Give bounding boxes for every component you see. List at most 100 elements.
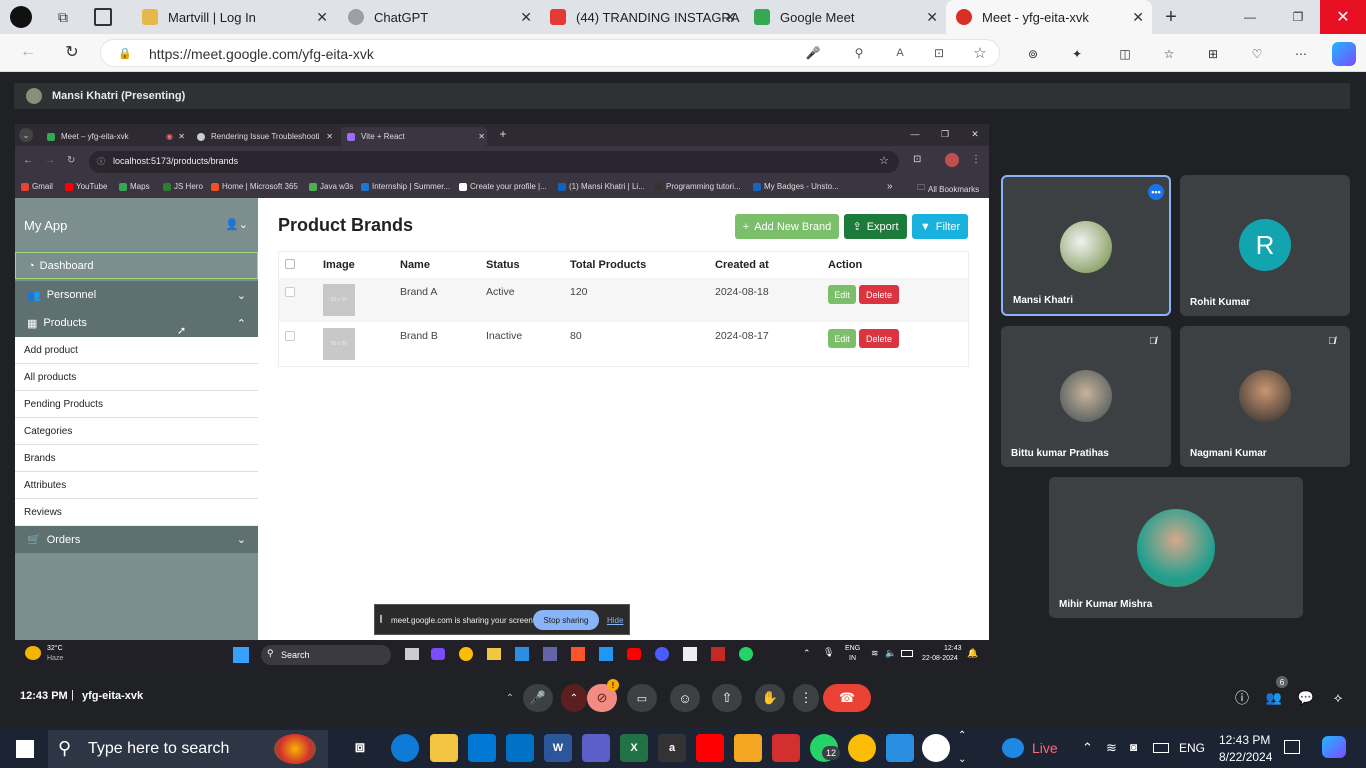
nav-orders[interactable]: 🛒 Orders ⌄ — [15, 525, 258, 553]
more-menu-icon[interactable]: ⋯ — [1292, 45, 1310, 63]
favorite-star-icon[interactable]: ☆ — [971, 44, 989, 62]
row-checkbox[interactable] — [285, 331, 295, 341]
reactions-button[interactable]: ☺ — [670, 684, 700, 712]
add-new-brand-button[interactable]: + Add New Brand — [735, 214, 839, 239]
leave-call-button[interactable]: ☎ — [823, 684, 871, 712]
chat-icon[interactable]: 💬 — [1296, 688, 1316, 708]
delete-button[interactable]: Delete — [859, 329, 899, 348]
store-icon[interactable] — [683, 647, 697, 661]
notification-bell-icon[interactable]: 🔔 — [967, 648, 978, 659]
participant-tile[interactable]: ••• Mansi Khatri — [1001, 175, 1171, 316]
news-widget-icon[interactable] — [1002, 738, 1024, 758]
edit-button[interactable]: Edit — [828, 329, 856, 348]
file-explorer-icon[interactable] — [430, 734, 458, 762]
youtube-icon[interactable] — [696, 734, 724, 762]
raise-hand-button[interactable]: ✋ — [755, 684, 785, 712]
address-bar[interactable]: 🔒 https://meet.google.com/yfg-eita-xvk 🎤… — [100, 39, 1000, 67]
bookmark-item[interactable]: Maps — [119, 182, 150, 191]
shared-tab[interactable]: Meet – yfg-eita-xvk ◉ ✕ — [41, 127, 187, 146]
participant-tile[interactable]: R Rohit Kumar — [1180, 175, 1350, 316]
microphone-button[interactable]: 🎤 — [523, 684, 553, 712]
split-screen-icon[interactable]: ◫ — [1116, 45, 1134, 63]
brave-icon[interactable] — [571, 647, 585, 661]
store-icon[interactable] — [468, 734, 496, 762]
select-all-checkbox[interactable] — [285, 259, 295, 269]
network-icon[interactable]: ≋ — [1106, 740, 1117, 756]
youtube-icon[interactable] — [627, 648, 641, 660]
restore-icon[interactable]: ❐ — [939, 128, 951, 140]
more-bookmarks-icon[interactable]: » — [887, 181, 893, 192]
folder-icon[interactable] — [487, 648, 501, 660]
tab-search-icon[interactable]: ⌄ — [19, 128, 33, 142]
excel-icon[interactable]: X — [620, 734, 648, 762]
app-available-icon[interactable]: ⊡ — [931, 45, 947, 61]
audio-options-chevron-icon[interactable]: ⌃ — [502, 688, 518, 708]
tab-actions-icon[interactable] — [94, 8, 112, 26]
delete-button[interactable]: Delete — [859, 285, 899, 304]
forward-icon[interactable]: → — [45, 155, 55, 166]
close-window-icon[interactable]: ✕ — [969, 128, 981, 140]
new-tab-icon[interactable]: + — [1160, 6, 1182, 28]
windows-start-icon[interactable] — [16, 740, 34, 758]
submenu-categories[interactable]: Categories — [15, 418, 258, 445]
chrome-icon[interactable] — [848, 734, 876, 762]
browser-tab[interactable]: ChatGPT ✕ — [338, 4, 540, 30]
volume-icon[interactable]: 🔈 — [885, 648, 896, 659]
copilot-icon[interactable] — [1332, 42, 1356, 66]
filter-button[interactable]: ▼ Filter — [912, 214, 968, 239]
close-tab-icon[interactable]: ✕ — [316, 9, 328, 26]
browser-essentials-icon[interactable]: ♡ — [1248, 45, 1266, 63]
export-button[interactable]: ⇪ Export — [844, 214, 907, 239]
bookmark-item[interactable]: Create your profile |... — [459, 182, 547, 191]
microphone-icon[interactable]: 🎤 — [805, 45, 821, 61]
favorites-icon[interactable]: ☆ — [1160, 45, 1178, 63]
stop-sharing-button[interactable]: Stop sharing — [533, 610, 599, 630]
app-icon[interactable] — [772, 734, 800, 762]
close-tab-icon[interactable]: ✕ — [724, 9, 736, 26]
copilot-sidebar-icon[interactable]: ⊚ — [1024, 45, 1042, 63]
captions-button[interactable]: ▭ — [627, 684, 657, 712]
close-window-icon[interactable]: ✕ — [1320, 0, 1366, 34]
browser-tab[interactable]: (44) TRANDING INSTAGRA ✕ — [540, 4, 744, 30]
mail-icon[interactable] — [506, 734, 534, 762]
bookmark-item[interactable]: JS Hero — [163, 182, 203, 191]
back-icon[interactable]: ← — [18, 42, 38, 62]
teams-icon[interactable] — [543, 647, 557, 661]
extensions-icon[interactable]: ✦ — [1068, 45, 1086, 63]
app-icon[interactable] — [922, 734, 950, 762]
tray-chevron-icon[interactable]: ⌃ — [803, 648, 811, 659]
shared-address-bar[interactable]: ⓘ localhost:5173/products/brands ☆ — [89, 151, 899, 173]
whatsapp-icon[interactable] — [739, 647, 753, 661]
news-live-label[interactable]: Live — [1032, 740, 1058, 756]
new-tab-icon[interactable]: + — [497, 127, 509, 141]
amazon-icon[interactable]: a — [658, 734, 686, 762]
video-options-button[interactable]: ⌃ — [561, 684, 587, 712]
app-icon[interactable] — [582, 734, 610, 762]
participant-tile[interactable]: 🎙̸ Nagmani Kumar — [1180, 326, 1350, 467]
site-info-icon[interactable]: ⓘ — [97, 156, 105, 167]
nav-products[interactable]: ▦ Products ⌃ — [15, 309, 258, 337]
clock-time[interactable]: 12:43 — [944, 645, 962, 652]
language-indicator[interactable]: ENG — [1179, 741, 1205, 755]
shopping-icon[interactable] — [734, 734, 762, 762]
word-icon[interactable]: W — [544, 734, 572, 762]
bookmark-star-icon[interactable]: ☆ — [879, 154, 889, 167]
close-tab-icon[interactable]: ✕ — [326, 132, 333, 141]
vscode-icon[interactable] — [515, 647, 529, 661]
chrome-menu-icon[interactable]: ⋮ — [971, 154, 981, 165]
edge-icon[interactable] — [391, 734, 419, 762]
present-button[interactable]: ⇧ — [712, 684, 742, 712]
bookmark-item[interactable]: Home | Microsoft 365 — [211, 182, 298, 191]
browser-tab[interactable]: Google Meet ✕ — [744, 4, 946, 30]
meeting-details-icon[interactable]: ⓘ — [1232, 688, 1252, 708]
nav-personnel[interactable]: 👥 Personnel ⌄ — [15, 281, 258, 309]
edit-button[interactable]: Edit — [828, 285, 856, 304]
wifi-icon[interactable]: ≋ — [871, 648, 879, 659]
profile-icon[interactable] — [10, 6, 32, 28]
extensions-icon[interactable]: ⊡ — [913, 154, 921, 165]
file-explorer-icon[interactable] — [405, 648, 419, 660]
more-options-button[interactable]: ⋮ — [793, 684, 819, 712]
submenu-brands[interactable]: Brands — [15, 445, 258, 472]
all-bookmarks[interactable]: 🗀 All Bookmarks — [917, 182, 979, 196]
row-checkbox[interactable] — [285, 287, 295, 297]
